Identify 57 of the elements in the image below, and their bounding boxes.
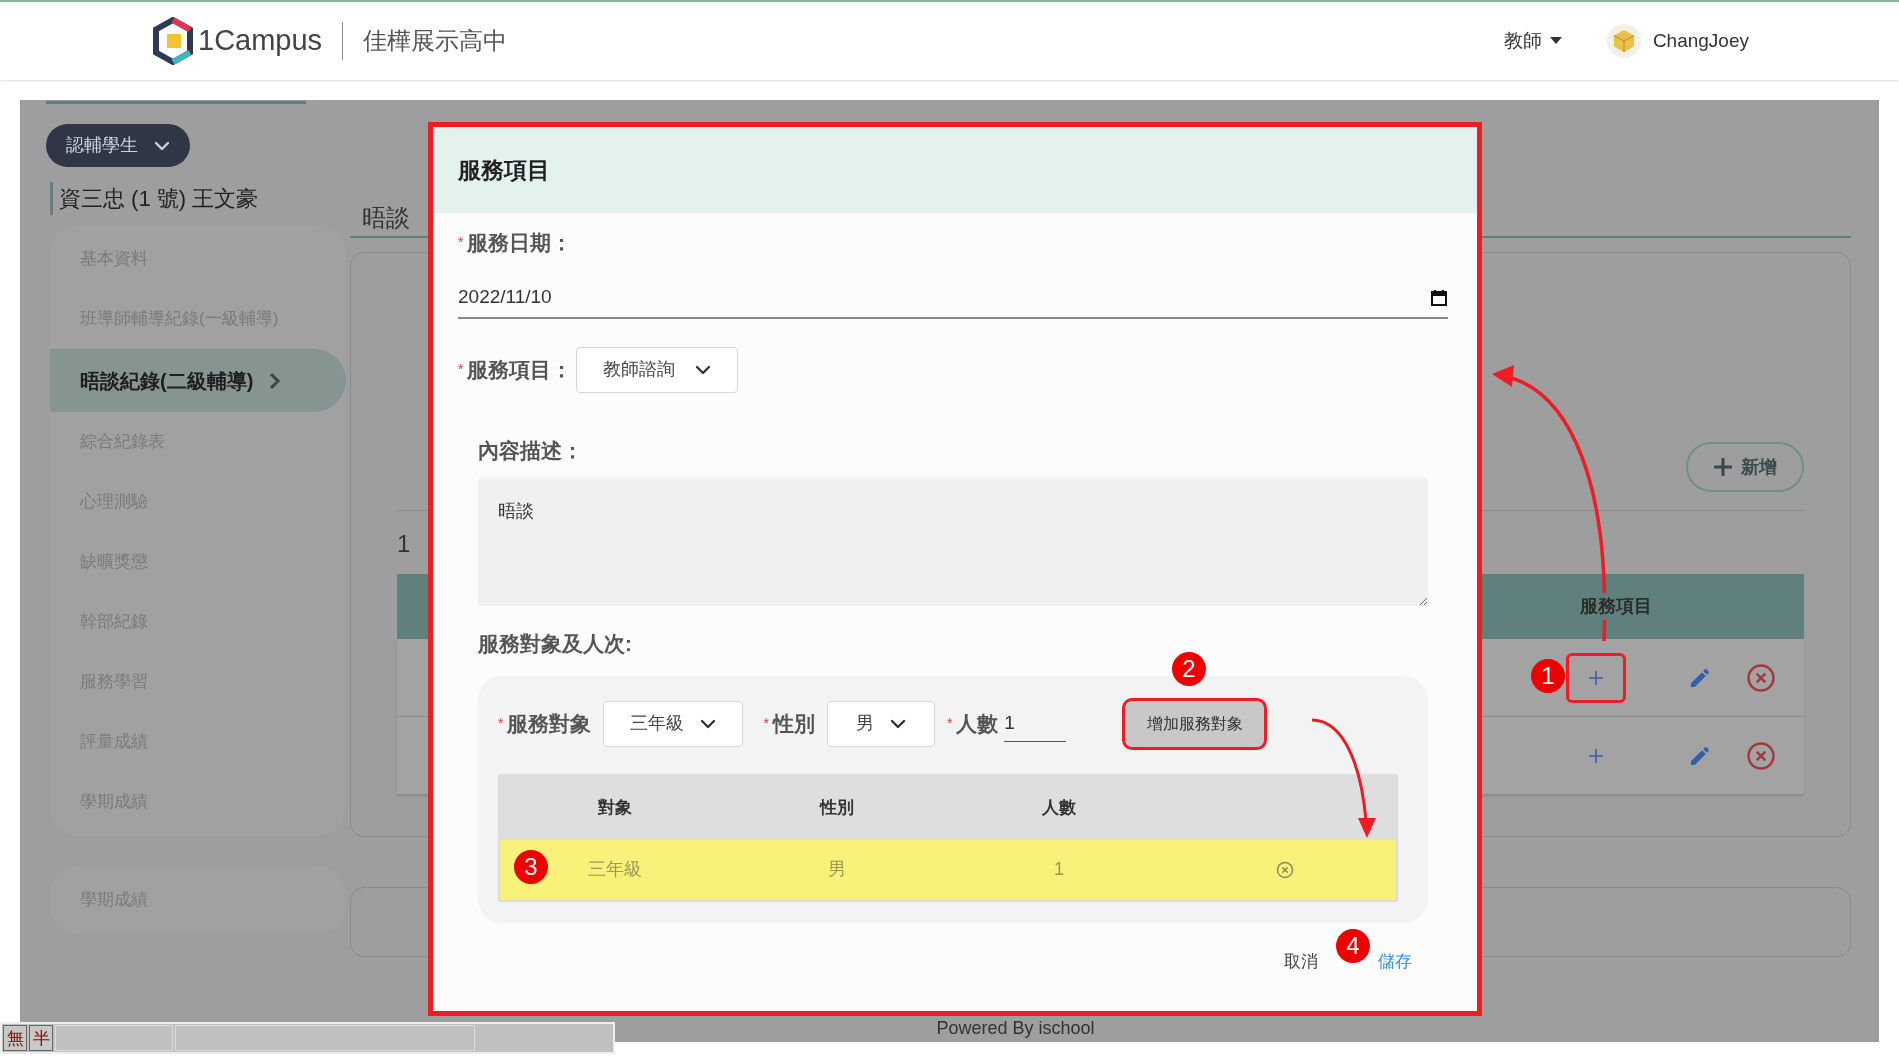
gender-select[interactable]: 男	[826, 700, 935, 747]
student-filter-dropdown[interactable]: 認輔學生	[46, 124, 190, 167]
required-mark: *	[458, 360, 464, 379]
required-mark: *	[458, 233, 464, 253]
required-mark: *	[498, 714, 504, 733]
date-field[interactable]: 2022/11/10	[458, 278, 1448, 319]
table-cell-text: 男	[828, 858, 846, 881]
chevron-down-icon	[700, 718, 717, 729]
school-name: 佳樺展示高中	[363, 26, 508, 56]
column-header: 對象	[598, 796, 632, 819]
required-mark: *	[946, 714, 953, 733]
plus-icon	[1713, 457, 1733, 477]
footer-text: Powered By ischool	[936, 1017, 1095, 1040]
field-label: 內容描述：	[478, 438, 583, 462]
record-count: 1	[397, 529, 411, 559]
service-item-select[interactable]: 教師諮詢	[576, 346, 739, 393]
role-dropdown[interactable]: 教師	[1503, 26, 1562, 56]
add-target-button[interactable]: 增加服務對象	[1122, 697, 1268, 750]
close-circle-icon[interactable]	[1746, 740, 1776, 771]
student-name: 資三忠 (1 號) 王文豪	[59, 186, 259, 211]
required-mark: *	[763, 714, 769, 733]
caret-icon	[1549, 37, 1562, 45]
chevron-down-icon	[695, 364, 712, 375]
chevron-down-icon	[889, 718, 906, 729]
close-circle-icon[interactable]	[1276, 860, 1294, 879]
close-circle-icon[interactable]	[1746, 662, 1776, 693]
modal-title: 服務項目	[458, 155, 550, 185]
field-label: 服務對象	[507, 710, 592, 737]
cancel-button[interactable]: 取消	[1284, 948, 1318, 974]
ime-key[interactable]: 半	[29, 1025, 53, 1051]
logo-text: 1Campus	[198, 23, 323, 59]
user-name: ChangJoey	[1652, 28, 1749, 53]
table-cell-text: 1	[1054, 858, 1064, 881]
field-label: 服務日期：	[467, 230, 573, 256]
section-tab[interactable]: 晤談	[362, 204, 410, 231]
plus-icon	[1588, 747, 1604, 764]
description-field[interactable]: 晤談	[478, 478, 1428, 606]
avatar-icon	[1606, 24, 1641, 58]
save-button[interactable]: 儲存	[1378, 948, 1412, 974]
ime-key[interactable]: 無	[3, 1025, 27, 1051]
field-label: 性別	[772, 710, 815, 737]
field-label: 人數	[956, 710, 999, 737]
logo-icon	[152, 17, 194, 65]
column-header: 性別	[820, 796, 854, 819]
calendar-icon[interactable]	[1430, 288, 1448, 307]
column-header: 人數	[1042, 796, 1076, 819]
count-field[interactable]: 1	[1004, 705, 1067, 742]
table-cell-text: 三年級	[588, 858, 642, 881]
field-label: 服務對象及人次:	[478, 632, 632, 655]
target-select[interactable]: 三年級	[603, 700, 744, 747]
add-service-button[interactable]	[1566, 652, 1626, 703]
chevron-down-icon	[154, 140, 170, 151]
sidebar-item[interactable]: 晤談紀錄(二級輔導)	[50, 349, 346, 412]
field-label: 服務項目：	[467, 356, 573, 383]
plus-icon	[1588, 669, 1604, 686]
add-button[interactable]: 新增	[1686, 442, 1804, 492]
chevron-right-icon	[269, 371, 282, 390]
